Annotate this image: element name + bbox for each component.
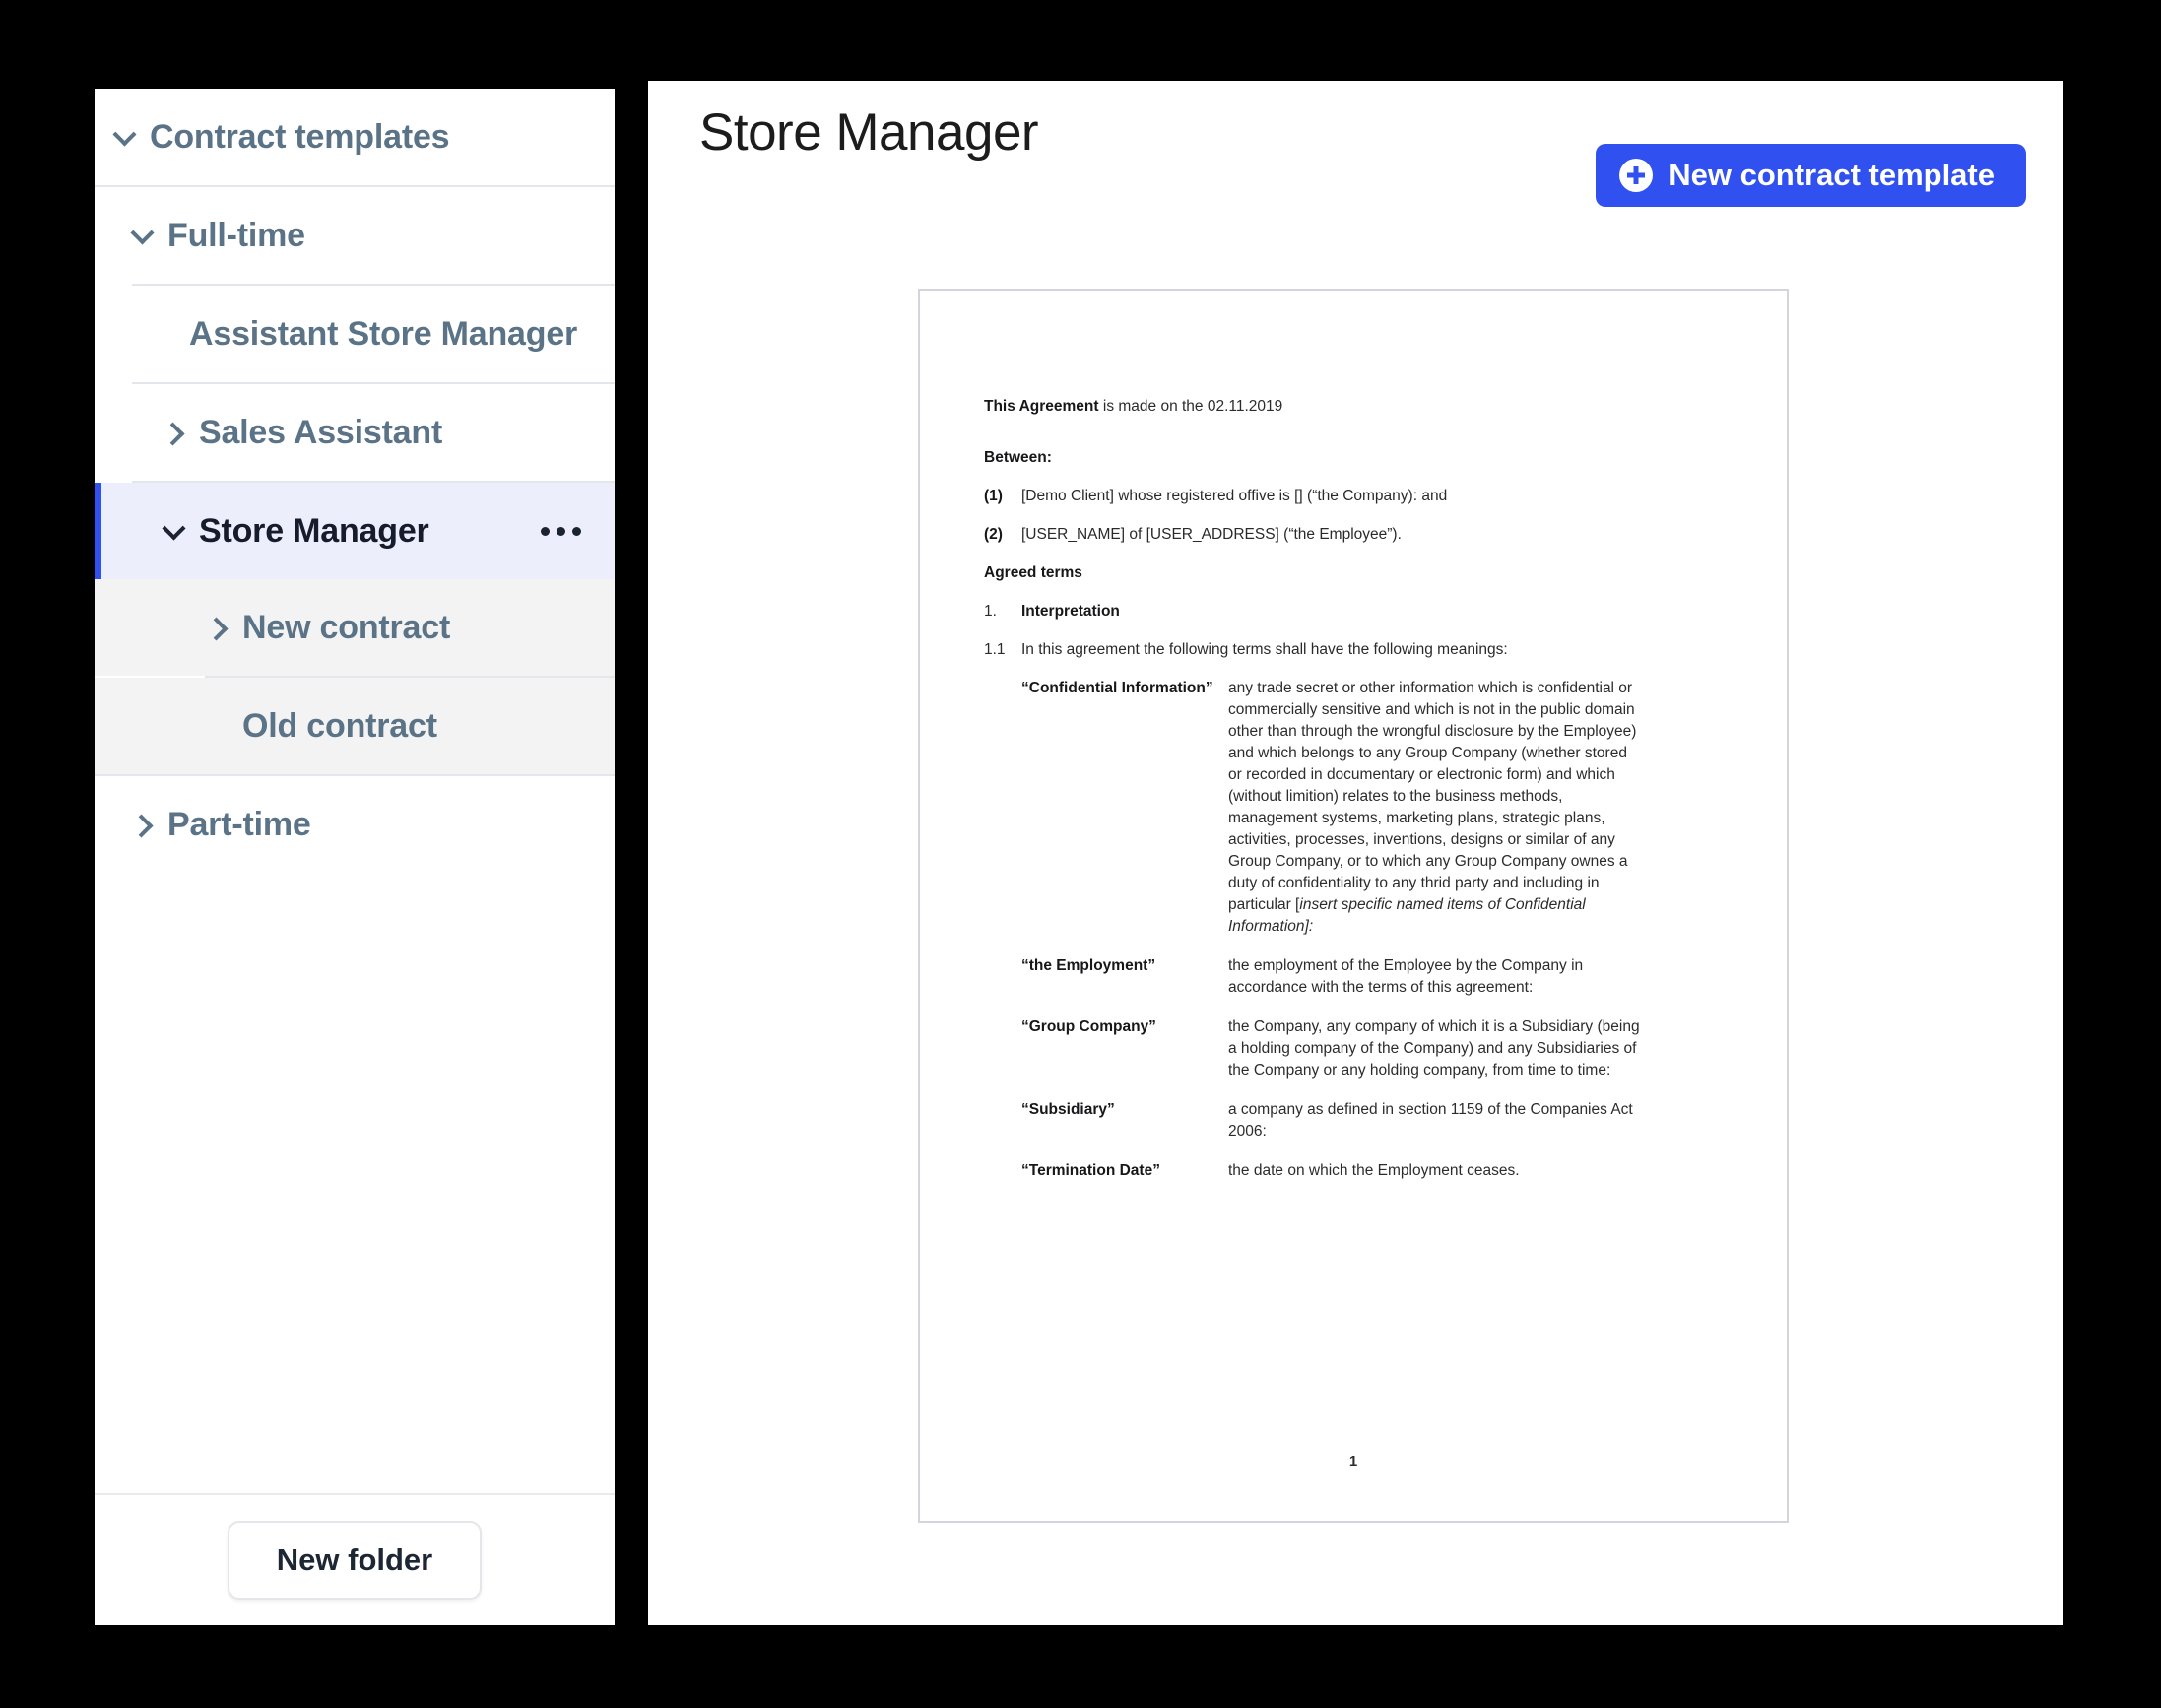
clause-1-number: 1. <box>984 603 997 620</box>
definition-term: “the Employment” <box>1021 957 1156 974</box>
main-header: Store Manager New contract template <box>648 81 2063 211</box>
plus-circle-icon <box>1619 159 1654 192</box>
chevron-right-icon[interactable] <box>205 615 230 640</box>
overflow-menu-icon[interactable] <box>541 526 581 536</box>
definition-text: any trade secret or other information wh… <box>1228 680 1637 935</box>
chevron-down-icon[interactable] <box>112 124 138 150</box>
definition-term: “Termination Date” <box>1021 1162 1160 1179</box>
tree-item-label: Contract templates <box>150 117 450 156</box>
clause-1-1-number: 1.1 <box>984 641 1006 658</box>
tree-item-label: Old contract <box>242 706 437 745</box>
new-contract-template-button[interactable]: New contract template <box>1596 144 2026 207</box>
page-title: Store Manager <box>699 103 1039 162</box>
party-row: (2) [USER_NAME] of [USER_ADDRESS] (“the … <box>984 524 1747 546</box>
contract-template-tree: Contract templates Full-time Assistant S… <box>95 89 615 1493</box>
sidebar-footer: New folder <box>95 1493 615 1625</box>
tree-item-label: Assistant Store Manager <box>189 314 578 353</box>
definition-row: “Subsidiary” a company as defined in sec… <box>984 1099 1747 1143</box>
definition-text: the date on which the Employment ceases. <box>1228 1162 1520 1179</box>
party-number: (1) <box>984 488 1003 504</box>
agreement-lead-rest: is made on the 02.11.2019 <box>1098 398 1283 415</box>
clause-1-1-text: In this agreement the following terms sh… <box>1021 641 1508 658</box>
chevron-down-icon[interactable] <box>130 223 156 248</box>
tree-item-new-contract[interactable]: New contract <box>95 579 615 676</box>
tree-item-label: Store Manager <box>199 511 429 550</box>
chevron-right-icon[interactable] <box>162 420 187 445</box>
new-folder-button[interactable]: New folder <box>227 1521 483 1600</box>
tree-item-contract-templates[interactable]: Contract templates <box>95 89 615 185</box>
document-body: This Agreement is made on the 02.11.2019… <box>984 396 1747 1200</box>
main-panel: Store Manager New contract template This… <box>648 81 2063 1625</box>
document-page-number: 1 <box>1348 1453 1358 1470</box>
party-text: [USER_NAME] of [USER_ADDRESS] (“the Empl… <box>1021 526 1402 543</box>
definition-row: “the Employment” the employment of the E… <box>984 955 1747 999</box>
party-text: [Demo Client] whose registered offive is… <box>1021 488 1448 504</box>
clause-1-title: Interpretation <box>1021 603 1120 620</box>
definition-term: “Confidential Information” <box>1021 680 1213 696</box>
definition-text: the Company, any company of which it is … <box>1228 1018 1640 1079</box>
tree-item-label: Full-time <box>167 216 305 254</box>
sidebar-panel: Contract templates Full-time Assistant S… <box>95 89 615 1625</box>
chevron-down-icon[interactable] <box>162 518 187 544</box>
chevron-right-icon[interactable] <box>130 812 156 837</box>
party-row: (1) [Demo Client] whose registered offiv… <box>984 486 1747 507</box>
agreed-terms-heading: Agreed terms <box>984 564 1082 581</box>
definition-text: the employment of the Employee by the Co… <box>1228 957 1584 996</box>
party-number: (2) <box>984 526 1003 543</box>
definition-text: a company as defined in section 1159 of … <box>1228 1101 1633 1140</box>
tree-item-label: Sales Assistant <box>199 413 443 451</box>
agreement-date-line: This Agreement is made on the 02.11.2019 <box>984 396 1747 418</box>
tree-item-full-time[interactable]: Full-time <box>95 187 615 284</box>
tree-item-store-manager[interactable]: Store Manager <box>95 483 615 579</box>
tree-item-part-time[interactable]: Part-time <box>95 776 615 873</box>
agreement-lead-bold: This Agreement <box>984 398 1099 415</box>
definition-term: “Group Company” <box>1021 1018 1156 1035</box>
tree-item-assistant-store-manager[interactable]: Assistant Store Manager <box>95 286 615 382</box>
tree-item-old-contract[interactable]: Old contract <box>95 678 615 774</box>
tree-item-sales-assistant[interactable]: Sales Assistant <box>95 384 615 481</box>
between-heading: Between: <box>984 449 1052 466</box>
tree-item-label: Part-time <box>167 805 311 843</box>
document-preview-page[interactable]: This Agreement is made on the 02.11.2019… <box>918 289 1789 1523</box>
new-contract-template-label: New contract template <box>1669 158 1995 192</box>
definition-row: “Termination Date” the date on which the… <box>984 1160 1747 1182</box>
definition-row: “Group Company” the Company, any company… <box>984 1017 1747 1082</box>
tree-item-label: New contract <box>242 608 451 646</box>
clause-1-row: 1. Interpretation <box>984 601 1747 623</box>
definition-row: “Confidential Information” any trade sec… <box>984 678 1747 938</box>
definition-term: “Subsidiary” <box>1021 1101 1115 1118</box>
clause-1-1-row: 1.1 In this agreement the following term… <box>984 639 1747 661</box>
